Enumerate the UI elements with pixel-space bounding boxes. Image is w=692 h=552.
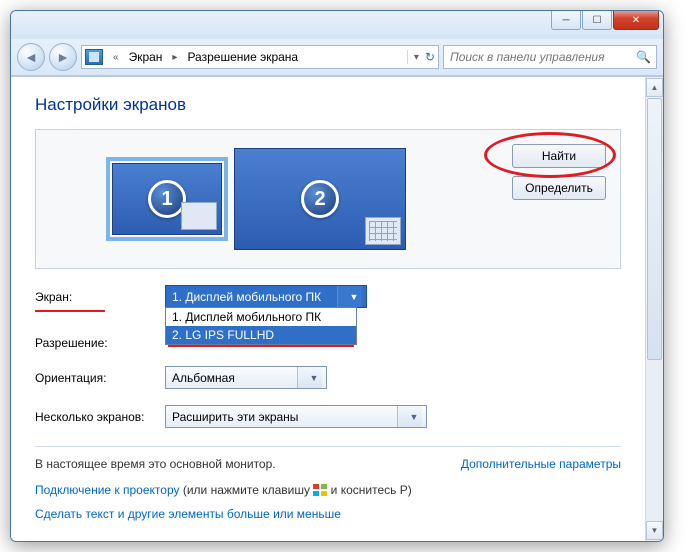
screen-option-1[interactable]: 1. Дисплей мобильного ПК xyxy=(166,308,356,326)
row-screen: Экран: 1. Дисплей мобильного ПК ▼ 1. Дис… xyxy=(35,285,621,308)
row-multidisplay: Несколько экранов: Расширить эти экраны … xyxy=(35,405,621,428)
navbar: ◄ ► « Экран ▸ Разрешение экрана ▾ ↻ Поис… xyxy=(11,39,663,76)
display-icon xyxy=(85,49,103,65)
detect-button[interactable]: Определить xyxy=(512,176,606,200)
label-multidisplay: Несколько экранов: xyxy=(35,410,165,424)
divider xyxy=(35,446,621,447)
advanced-settings-link[interactable]: Дополнительные параметры xyxy=(461,457,621,471)
scroll-track[interactable] xyxy=(647,98,662,520)
multidisplay-value: Расширить эти экраны xyxy=(172,410,298,424)
row-orientation: Ориентация: Альбомная ▼ xyxy=(35,366,621,389)
annotation-underline xyxy=(35,310,105,312)
annotation-underline xyxy=(168,345,354,347)
text-size-link[interactable]: Сделать текст и другие элементы больше и… xyxy=(35,507,341,521)
primary-monitor-text: В настоящее время это основной монитор. xyxy=(35,457,276,471)
chevron-down-icon[interactable]: ▾ xyxy=(414,52,419,63)
page-title: Настройки экранов xyxy=(35,95,621,115)
screen-option-2[interactable]: 2. LG IPS FULLHD xyxy=(166,326,356,344)
refresh-icon[interactable]: ↻ xyxy=(425,50,435,64)
titlebar: ─ ☐ ✕ xyxy=(11,11,663,39)
orientation-value: Альбомная xyxy=(172,371,235,385)
nav-forward-button[interactable]: ► xyxy=(49,43,77,71)
primary-monitor-row: В настоящее время это основной монитор. … xyxy=(35,457,621,471)
content-area: Настройки экранов 1 2 Найти Определить xyxy=(11,77,645,541)
search-placeholder: Поиск в панели управления xyxy=(450,50,605,64)
monitor-2[interactable]: 2 xyxy=(234,148,406,250)
projector-link[interactable]: Подключение к проектору xyxy=(35,483,180,497)
chevron-right-icon: « xyxy=(109,52,123,63)
control-panel-window: ─ ☐ ✕ ◄ ► « Экран ▸ Разрешение экрана ▾ … xyxy=(10,10,664,542)
display-arrangement-panel: 1 2 Найти Определить xyxy=(35,129,621,269)
orientation-combobox[interactable]: Альбомная ▼ xyxy=(165,366,327,389)
projector-hint-after: и коснитесь P) xyxy=(327,483,411,497)
label-resolution: Разрешение: xyxy=(35,336,165,350)
text-size-row: Сделать текст и другие элементы больше и… xyxy=(35,507,621,521)
label-screen: Экран: xyxy=(35,290,165,304)
close-button[interactable]: ✕ xyxy=(613,11,659,30)
search-icon[interactable]: 🔍 xyxy=(636,50,650,64)
address-bar[interactable]: « Экран ▸ Разрешение экрана ▾ ↻ xyxy=(81,45,439,69)
chevron-right-icon: ▸ xyxy=(168,52,181,63)
chevron-down-icon: ▼ xyxy=(397,406,422,427)
monitor-thumbnail xyxy=(365,217,401,245)
screen-dropdown: 1. Дисплей мобильного ПК 2. LG IPS FULLH… xyxy=(165,307,357,345)
breadcrumb-item[interactable]: Экран xyxy=(129,50,163,64)
windows-key-icon xyxy=(313,484,327,496)
multidisplay-combobox[interactable]: Расширить эти экраны ▼ xyxy=(165,405,427,428)
chevron-down-icon: ▼ xyxy=(297,367,322,388)
label-orientation: Ориентация: xyxy=(35,371,165,385)
maximize-button[interactable]: ☐ xyxy=(582,11,612,30)
monitor-1[interactable]: 1 xyxy=(112,163,222,235)
find-button[interactable]: Найти xyxy=(512,144,606,168)
monitor-number-badge: 2 xyxy=(301,180,339,218)
monitor-thumbnail xyxy=(181,202,217,230)
chevron-down-icon: ▼ xyxy=(337,286,362,307)
projector-row: Подключение к проектору (или нажмите кла… xyxy=(35,483,621,497)
nav-back-button[interactable]: ◄ xyxy=(17,43,45,71)
breadcrumb-item[interactable]: Разрешение экрана xyxy=(187,50,298,64)
screen-combobox[interactable]: 1. Дисплей мобильного ПК ▼ xyxy=(165,285,367,308)
projector-hint-before: (или нажмите клавишу xyxy=(180,483,314,497)
search-input[interactable]: Поиск в панели управления 🔍 xyxy=(443,45,657,69)
screen-combo-value: 1. Дисплей мобильного ПК xyxy=(172,290,321,304)
scroll-up-button[interactable]: ▲ xyxy=(646,78,663,97)
scroll-thumb[interactable] xyxy=(647,98,662,360)
vertical-scrollbar[interactable]: ▲ ▼ xyxy=(645,77,663,541)
minimize-button[interactable]: ─ xyxy=(551,11,581,30)
